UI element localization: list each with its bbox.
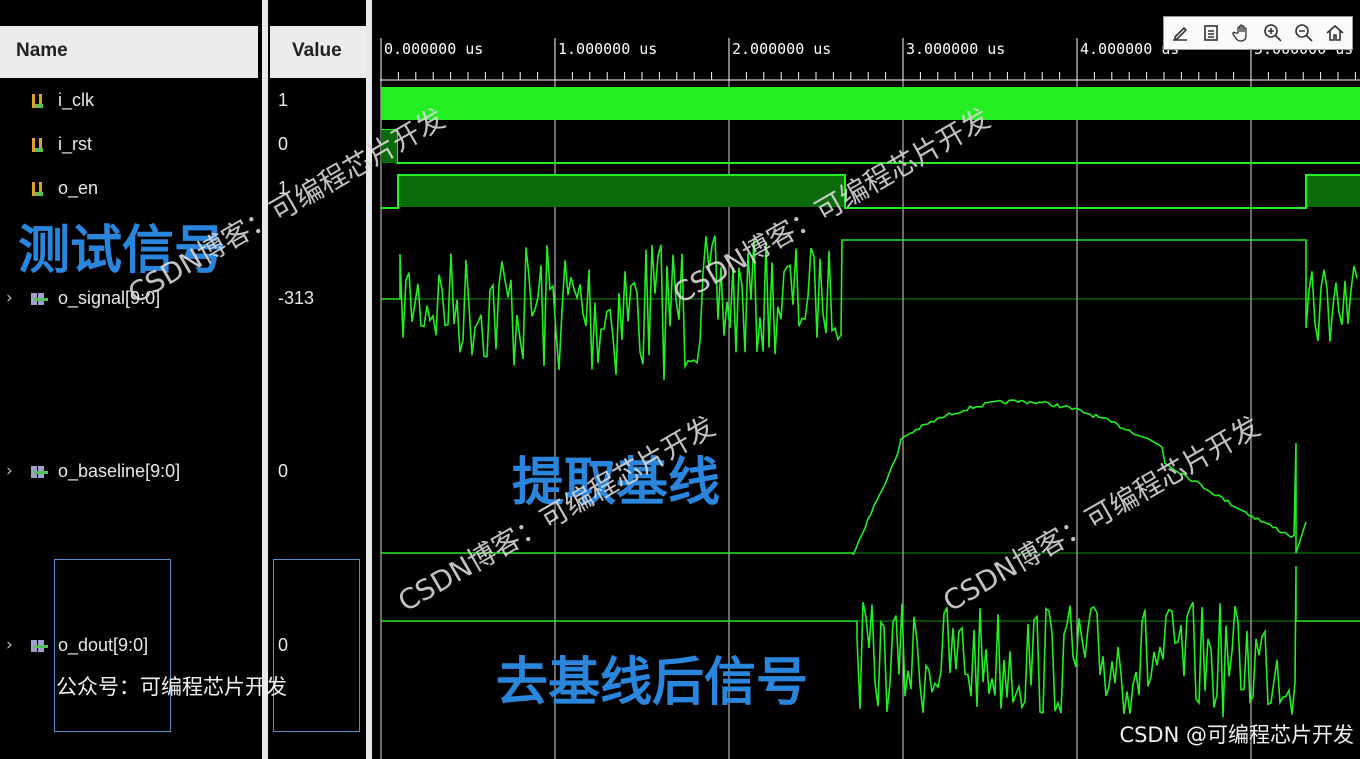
signal-value: -313 [278, 288, 315, 308]
zoom-out-icon[interactable] [1288, 18, 1319, 48]
annotation-box [273, 559, 360, 732]
after-baseline-label: 去基线后信号 [496, 653, 809, 713]
bus-signal-icon [31, 466, 48, 478]
home-icon[interactable] [1319, 18, 1350, 48]
time-tick-label: 1.000000 us [558, 40, 657, 58]
chevron-right-icon[interactable]: › [6, 461, 13, 481]
o-signal-trace [381, 235, 1358, 381]
signal-row-o-baseline[interactable]: › o_baseline[9:0] 0 [0, 459, 368, 489]
time-tick-label: 2.000000 us [732, 40, 831, 58]
bit-signal-icon [32, 138, 43, 152]
signal-panel: Name Value i_clk 1 i_rst 0 o_en 1 › o_si… [0, 0, 368, 759]
o-en-high-fill [1307, 176, 1360, 207]
i-clk-trace [381, 87, 1360, 120]
bus-signal-icon [31, 293, 48, 305]
signal-value: 0 [278, 134, 289, 154]
o-en-high-fill [399, 176, 844, 207]
value-column-label: Value [292, 40, 342, 61]
public-account-watermark: 公众号：可编程芯片开发 [56, 675, 287, 699]
signal-row-i-clk[interactable]: i_clk 1 [0, 88, 368, 118]
signal-name: i_rst [58, 134, 93, 154]
signal-row-i-rst[interactable]: i_rst 0 [0, 132, 368, 162]
bit-signal-icon [32, 182, 43, 196]
name-column-label: Name [16, 40, 68, 61]
signal-row-o-signal[interactable]: › o_signal[9:0] -313 [0, 286, 368, 316]
hand-icon[interactable] [1226, 18, 1257, 48]
time-tick-label: 3.000000 us [906, 40, 1005, 58]
name-column-header[interactable]: Name [0, 26, 258, 78]
signal-name: i_clk [58, 90, 95, 110]
credit-watermark: CSDN @可编程芯片开发 [1119, 723, 1354, 747]
document-icon[interactable] [1195, 18, 1226, 48]
edit-icon[interactable] [1164, 18, 1195, 48]
chevron-right-icon[interactable]: › [6, 288, 13, 308]
signal-name: o_baseline[9:0] [58, 461, 181, 481]
signal-name: o_en [58, 178, 99, 198]
zoom-in-icon[interactable] [1257, 18, 1288, 48]
time-tick-label: 0.000000 us [384, 40, 483, 58]
value-column-header[interactable]: Value [270, 26, 366, 78]
waveform-toolbar [1163, 16, 1353, 50]
signal-value: 1 [278, 90, 289, 110]
annotation-box [54, 559, 171, 732]
signal-value: 0 [278, 461, 289, 481]
bus-signal-icon [31, 640, 48, 652]
bit-signal-icon [32, 94, 43, 108]
chevron-right-icon[interactable]: › [6, 635, 13, 655]
